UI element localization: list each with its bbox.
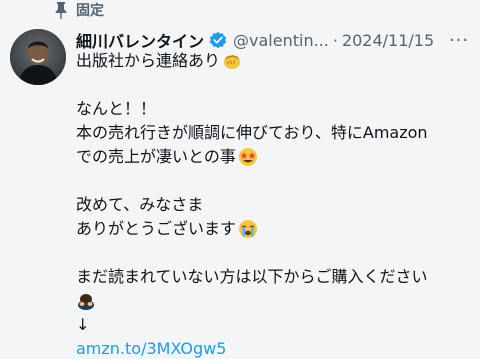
avatar-photo: [10, 29, 66, 85]
post-line: での売上が凄いとの事: [76, 145, 476, 169]
pinned-label: 固定: [76, 3, 104, 19]
post-line-text: 改めて、みなさま: [76, 195, 204, 214]
post-line-text: なんと！！: [76, 99, 157, 118]
arrow-down-icon: ↓: [76, 315, 90, 334]
post-line: ありがとうございます: [76, 217, 476, 241]
post-line: ↓: [76, 313, 476, 337]
header-separator: ·: [332, 30, 338, 50]
amazon-link[interactable]: amzn.to/3MXOgw5: [76, 337, 226, 359]
post-line: 本の売れ行きが順調に伸びており、特にAmazon: [76, 121, 476, 145]
author-handle[interactable]: @valentin...: [233, 31, 329, 50]
post-date[interactable]: 2024/11/15: [342, 31, 434, 50]
post-line-text: まだ読まれていない方は以下からご購入ください: [76, 267, 428, 286]
post-line-text: ありがとうございます: [76, 219, 237, 238]
post-line: amzn.to/3MXOgw5: [76, 337, 476, 359]
post-line: [76, 289, 476, 313]
fist-emoji-icon: [224, 55, 241, 69]
post-card[interactable]: 固定 細川バレンタイン @valentin... · 2024/11/15 ··…: [0, 0, 480, 359]
post-text: 出版社から連絡あり なんと！！ 本の売れ行きが順調に伸びており、特にAmazon…: [76, 49, 476, 359]
verified-badge-icon: [209, 31, 227, 49]
pinned-indicator: 固定: [54, 0, 104, 20]
pin-icon: [55, 2, 67, 19]
post-line: 出版社から連絡あり: [76, 49, 476, 73]
post-line-text: 本の売れ行きが順調に伸びており、特にAmazon: [76, 123, 428, 142]
star-struck-emoji-icon: [238, 148, 257, 166]
avatar[interactable]: [10, 29, 66, 85]
more-options-icon: ···: [448, 29, 470, 51]
post-line-text: 出版社から連絡あり: [76, 51, 221, 70]
post-line: まだ読まれていない方は以下からご購入ください: [76, 265, 476, 289]
bowing-emoji-icon: [78, 294, 94, 310]
post-line: 改めて、みなさま: [76, 193, 476, 217]
post-line-text: での売上が凄いとの事: [76, 147, 236, 166]
crying-emoji-icon: [239, 220, 258, 238]
post-line: なんと！！: [76, 97, 476, 121]
